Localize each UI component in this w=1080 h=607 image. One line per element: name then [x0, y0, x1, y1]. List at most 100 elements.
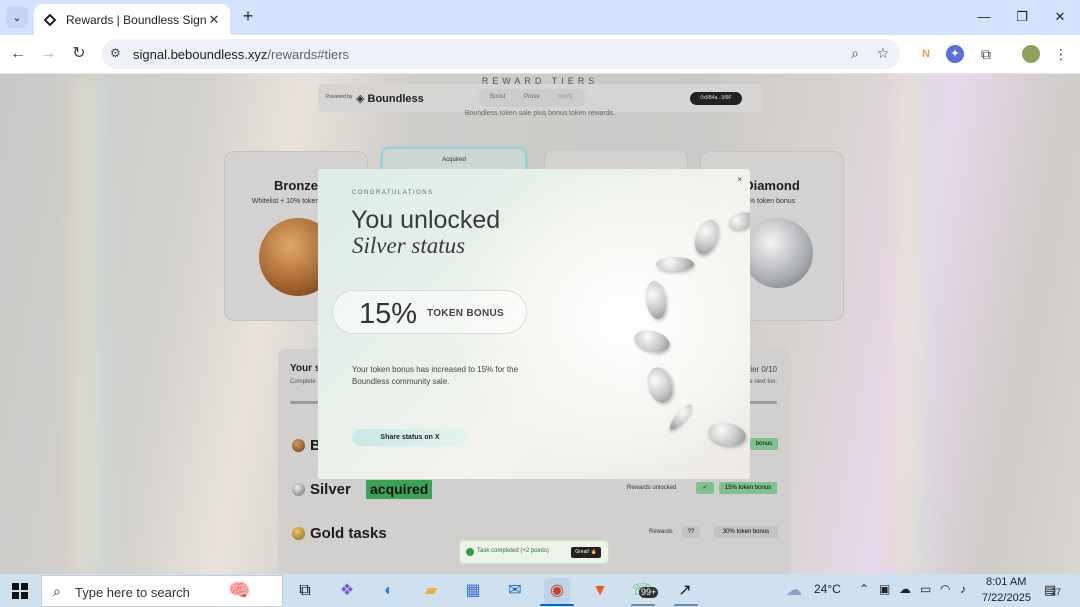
boundless-favicon-icon	[43, 13, 57, 26]
nav-prove[interactable]: Prove	[524, 94, 540, 100]
reward-chip: 30% token bonus	[714, 526, 778, 538]
acquired-badge: acquired	[366, 480, 433, 499]
tasks-count: tier 0/10	[748, 365, 777, 374]
weather-temp[interactable]: 24°C	[814, 582, 841, 596]
volume-icon[interactable]: ♪	[960, 582, 966, 596]
search-placeholder: Type here to search	[75, 585, 190, 600]
address-bar[interactable]: ⚙ signal.beboundless.xyz/rewards#tiers ⌕…	[102, 39, 900, 69]
bonus-pill: 15% TOKEN BONUS	[332, 290, 527, 334]
modal-eyebrow: CONGRATULATIONS	[352, 190, 434, 196]
more-menu-icon[interactable]: ⋮	[1052, 45, 1070, 63]
store-icon[interactable]: ▦	[460, 578, 486, 604]
site-info-icon[interactable]: ⚙	[110, 46, 121, 60]
bonus-label: TOKEN BONUS	[427, 308, 505, 319]
silver-coin-icon	[690, 216, 724, 258]
extension-n-icon[interactable]: N	[917, 45, 935, 63]
new-tab-button[interactable]: +	[238, 6, 258, 26]
chrome-icon[interactable]: ◉	[544, 578, 570, 604]
tab-rewards[interactable]: Rewards | Boundless Signal ✕	[34, 4, 230, 35]
nav-boost[interactable]: Boost	[490, 94, 505, 100]
modal-body: Your token bonus has increased to 15% fo…	[352, 365, 519, 386]
outlook-icon[interactable]: ✉	[502, 578, 528, 604]
clock-time[interactable]: 8:01 AM	[986, 576, 1026, 588]
wifi-icon[interactable]: ◠	[940, 582, 950, 596]
toast-message: Task completed (+2 points)	[477, 548, 549, 554]
task-view-icon[interactable]: ⧉	[292, 578, 318, 604]
silver-coin-icon	[656, 257, 694, 271]
toast-great-button[interactable]: Great! 🔥	[571, 547, 601, 558]
tier-row-name: Silver	[310, 481, 351, 498]
back-arrow-icon[interactable]: ←	[6, 42, 30, 66]
silver-coin-icon	[706, 419, 748, 449]
minimize-button[interactable]: —	[972, 6, 996, 28]
windows-taskbar: ⌕ Type here to search 🧠 ⧉ ❖ ◐ ▰ ▦ ✉ ◉ ▼ …	[0, 574, 1080, 607]
tray-chevron-up-icon[interactable]: ⌃	[859, 582, 869, 596]
tasks-title: Your s	[290, 363, 321, 374]
forward-arrow-icon[interactable]: →	[36, 42, 60, 66]
tab-search-button[interactable]: ⌄	[6, 6, 28, 28]
notification-count: 27	[1051, 587, 1062, 597]
weather-icon[interactable]: ☁	[786, 580, 802, 600]
close-icon[interactable]: ×	[737, 175, 742, 184]
notifications-icon[interactable]: ▤ 27	[1044, 582, 1061, 598]
clock-date[interactable]: 7/22/2025	[982, 592, 1031, 604]
rewards-label: Rewards unlocked	[627, 485, 677, 491]
brave-icon[interactable]: ▼	[587, 578, 613, 604]
windows-start-icon[interactable]	[12, 583, 28, 599]
tasks-subtitle: Complete	[290, 379, 316, 385]
search-icon: ⌕	[53, 583, 61, 599]
bonus-value: 15%	[359, 298, 418, 330]
maximize-button[interactable]: ❐	[1010, 6, 1034, 28]
close-window-button[interactable]: ✕	[1048, 6, 1072, 28]
reward-chip: 15% token bonus	[719, 482, 777, 494]
cloud-icon[interactable]: ☁	[899, 582, 911, 596]
task-toast: Task completed (+2 points) Great! 🔥	[459, 540, 609, 564]
brand-logo[interactable]: ◈ Boundless	[356, 92, 424, 105]
whatsapp-icon[interactable]: ☏99+	[629, 578, 659, 604]
reward-check-chip: ✓	[696, 482, 714, 494]
tier-row-name: Gold tasks	[310, 525, 387, 542]
profile-avatar[interactable]	[1022, 45, 1040, 63]
diamond-coin-icon	[743, 218, 813, 288]
taskbar-search[interactable]: ⌕ Type here to search 🧠	[41, 575, 283, 607]
share-on-x-button[interactable]: Share status on X	[352, 429, 468, 446]
stocks-app-icon[interactable]: ↗	[672, 578, 698, 604]
extensions-puzzle-icon[interactable]: ⧉	[977, 45, 995, 63]
nav-verify[interactable]: Verify	[558, 94, 573, 100]
gold-dot-icon	[292, 527, 305, 540]
silver-dot-icon	[292, 483, 305, 496]
light-streak-decoration	[890, 74, 940, 574]
tab-close-icon[interactable]: ✕	[206, 12, 222, 28]
tab-title: Rewards | Boundless Signal	[66, 12, 206, 27]
meet-icon[interactable]: ▣	[879, 582, 890, 596]
file-explorer-icon[interactable]: ▰	[418, 578, 444, 604]
edge-icon[interactable]: ◐	[376, 578, 402, 604]
silver-coin-icon	[726, 209, 750, 233]
bookmark-star-icon[interactable]: ☆	[874, 45, 892, 62]
open-app-indicator	[674, 604, 698, 606]
battery-icon[interactable]: ▭	[920, 582, 931, 596]
modal-status: Silver status	[352, 233, 466, 258]
silver-coin-icon	[666, 401, 696, 433]
check-icon	[466, 548, 474, 556]
zoom-icon[interactable]: ⌕	[846, 45, 864, 62]
reward-locked-chip: ??	[682, 526, 700, 538]
unlock-modal: × CONGRATULATIONS You unlocked Silver st…	[318, 169, 750, 479]
site-header: Powered by ◈ Boundless Boost Prove Verif…	[318, 84, 762, 112]
modal-heading: You unlocked	[351, 206, 501, 234]
tier-row-silver[interactable]: Silver acquired Rewards unlocked ✓ 15% t…	[290, 478, 779, 502]
chevron-down-icon: ⌄	[12, 11, 22, 24]
powered-by-label: Powered by	[326, 94, 353, 100]
copilot-icon[interactable]: ❖	[334, 578, 360, 604]
silver-coin-icon	[643, 279, 669, 321]
tab-strip: ⌄ Rewards | Boundless Signal ✕ + — ❐ ✕	[0, 0, 1080, 35]
browser-toolbar: ← → ↻ ⚙ signal.beboundless.xyz/rewards#t…	[0, 35, 1080, 74]
bronze-dot-icon	[292, 439, 305, 452]
extension-ai-icon[interactable]: ✦	[946, 45, 964, 63]
wallet-button[interactable]: 0x5B4a...5f9F	[690, 92, 742, 105]
silver-coin-icon	[643, 364, 677, 406]
open-app-indicator	[631, 604, 655, 606]
reward-chip: bonus	[750, 438, 778, 450]
light-streak-decoration	[70, 74, 110, 574]
reload-icon[interactable]: ↻	[67, 42, 91, 66]
